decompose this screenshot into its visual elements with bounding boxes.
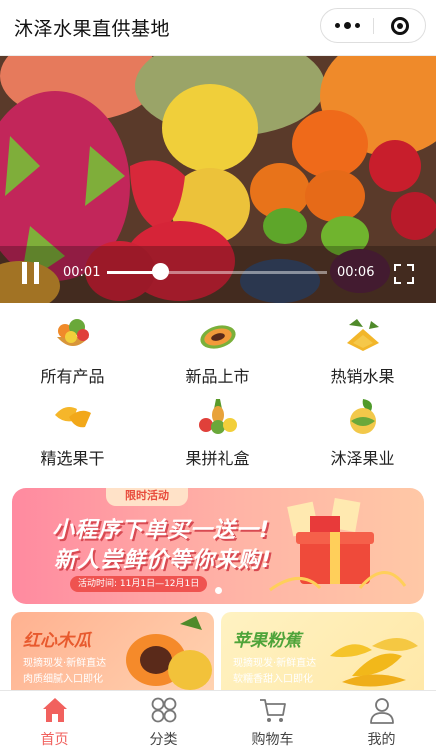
category-label: 精选果干	[40, 449, 105, 468]
top-bar: 沐泽水果直供基地	[0, 0, 436, 56]
promo-banner[interactable]: 限时活动 小程序下单买一送一! 新人尝鲜价等你来购! 活动时间: 11月1日—1…	[12, 488, 424, 604]
fruit-platter-icon	[198, 399, 237, 434]
video-current-time: 00:01	[63, 265, 101, 280]
tab-label: 我的	[367, 732, 396, 748]
video-progress-knob[interactable]	[151, 263, 169, 280]
gift-box-icon	[269, 498, 407, 592]
pause-icon[interactable]	[22, 262, 40, 284]
product-title: 红心木瓜	[23, 631, 91, 651]
more-dots-icon[interactable]	[321, 9, 373, 42]
profile-icon	[369, 698, 394, 724]
fullscreen-icon[interactable]	[394, 264, 414, 284]
tab-category[interactable]: 分类	[109, 691, 218, 748]
category-label: 所有产品	[40, 367, 105, 386]
category-all-products[interactable]: 所有产品	[0, 305, 145, 387]
category-new-arrivals[interactable]: 新品上市	[145, 305, 290, 387]
tab-cart[interactable]: 购物车	[218, 691, 327, 748]
tab-label: 首页	[40, 732, 69, 748]
banner-pager-dot	[215, 587, 222, 594]
mini-program-capsule	[320, 8, 426, 43]
tab-label: 分类	[149, 732, 178, 748]
dried-mango-icon	[54, 407, 91, 428]
tab-home[interactable]: 首页	[0, 691, 109, 748]
video-duration: 00:06	[337, 265, 375, 280]
category-gift-box[interactable]: 果拼礼盒	[145, 387, 290, 469]
banner-subheadline: 新人尝鲜价等你来购!	[54, 548, 273, 573]
cart-icon	[259, 699, 286, 722]
papaya-illustration	[126, 616, 212, 690]
papaya-icon	[199, 325, 236, 349]
banana-illustration	[330, 638, 418, 687]
category-brand[interactable]: 沐泽果业	[290, 387, 435, 469]
category-label: 果拼礼盒	[185, 449, 250, 468]
video-progress-track[interactable]	[107, 271, 327, 274]
banner-tag: 限时活动	[106, 488, 188, 506]
product-desc: 现摘现发·新鲜直达 肉质细腻入口即化	[23, 658, 107, 685]
product-card-banana[interactable]: 苹果粉蕉 现摘现发·新鲜直达 软糯香甜入口即化	[221, 612, 424, 692]
product-title: 苹果粉蕉	[233, 631, 301, 651]
category-grid-icon	[151, 697, 176, 723]
fruit-basket-icon	[56, 319, 89, 346]
tab-label: 购物车	[251, 732, 294, 748]
category-label: 新品上市	[185, 367, 250, 386]
home-icon	[42, 698, 67, 722]
category-label: 热销水果	[330, 367, 395, 386]
category-hot-fruits[interactable]: 热销水果	[290, 305, 435, 387]
brand-leaf-icon	[349, 399, 376, 434]
tab-profile[interactable]: 我的	[327, 691, 436, 748]
mango-icon	[346, 319, 379, 351]
app-title: 沐泽水果直供基地	[14, 18, 171, 40]
target-circle-icon[interactable]	[374, 9, 426, 42]
category-dried-fruits[interactable]: 精选果干	[0, 387, 145, 469]
banner-headline: 小程序下单买一送一!	[52, 518, 271, 543]
bottom-tab-bar: 首页 分类 购物车 我的	[0, 690, 436, 748]
product-card-papaya[interactable]: 红心木瓜 现摘现发·新鲜直达 肉质细腻入口即化	[11, 612, 214, 692]
category-grid: 所有产品 新品上市 热销水果 精选果干 果拼礼盒 沐泽果业	[0, 303, 436, 475]
category-label: 沐泽果业	[330, 449, 395, 468]
product-desc: 现摘现发·新鲜直达 软糯香甜入口即化	[233, 658, 317, 685]
banner-dates: 活动时间: 11月1日—12月1日	[70, 576, 208, 592]
